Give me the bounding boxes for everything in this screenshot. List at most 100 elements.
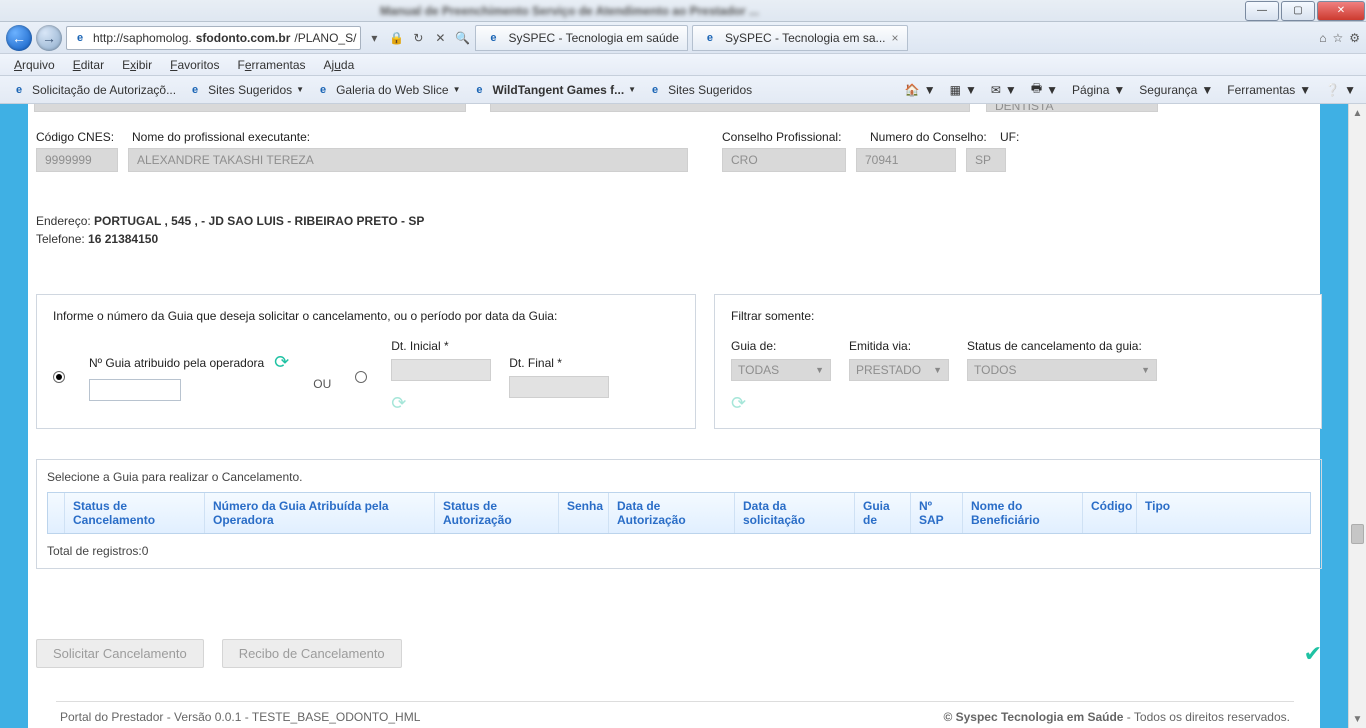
star-icon[interactable]: ☆ bbox=[1332, 31, 1343, 45]
field-conselho: CRO bbox=[722, 148, 846, 172]
radio-periodo[interactable] bbox=[355, 371, 367, 383]
tab-1[interactable]: e SySPEC - Tecnologia em saúde bbox=[475, 25, 688, 51]
fav-sites-sugeridos[interactable]: eSites Sugeridos▼ bbox=[186, 81, 304, 99]
fav-solicitacao[interactable]: eSolicitação de Autorizaçõ... bbox=[10, 81, 176, 99]
close-button[interactable]: ✕ bbox=[1317, 1, 1365, 21]
telefone-line: Telefone: 16 21384150 bbox=[36, 230, 1322, 248]
refresh-icon[interactable]: ⟳ bbox=[274, 352, 289, 373]
menu-arquivo[interactable]: Arquivo bbox=[14, 58, 55, 72]
tool-print[interactable]: 🖶▼ bbox=[1031, 79, 1058, 100]
th-status-autoriz[interactable]: Status de Autorização bbox=[435, 493, 559, 533]
back-button[interactable]: ← bbox=[6, 25, 32, 51]
select-guia-de[interactable]: TODAS▼ bbox=[731, 359, 831, 381]
menu-ferramentas[interactable]: Ferramentas bbox=[237, 58, 305, 72]
ie-icon: e bbox=[701, 29, 719, 47]
tab-2[interactable]: e SySPEC - Tecnologia em sa... × bbox=[692, 25, 908, 51]
fav-label: WildTangent Games f... bbox=[492, 83, 624, 97]
value-telefone: 16 21384150 bbox=[88, 232, 158, 246]
dropdown-icon[interactable]: ▾ bbox=[365, 29, 383, 47]
footer-right: © Syspec Tecnologia em Saúde - Todos os … bbox=[943, 710, 1290, 724]
stop-icon[interactable]: ✕ bbox=[431, 29, 449, 47]
select-status[interactable]: TODOS▼ bbox=[967, 359, 1157, 381]
search-icon[interactable]: 🔍 bbox=[453, 29, 471, 47]
menu-exibir[interactable]: Exibir bbox=[122, 58, 152, 72]
maximize-button[interactable]: ▢ bbox=[1281, 1, 1315, 21]
th-num-guia[interactable]: Número da Guia Atribuída pela Operadora bbox=[205, 493, 435, 533]
address-bar[interactable]: e http://saphomolog.sfodonto.com.br/PLAN… bbox=[66, 26, 361, 50]
menu-ajuda[interactable]: Ajuda bbox=[324, 58, 355, 72]
menu-bar: Arquivo Editar Exibir Favoritos Ferramen… bbox=[0, 54, 1366, 76]
minimize-button[interactable]: — bbox=[1245, 1, 1279, 21]
input-guia[interactable] bbox=[89, 379, 181, 401]
tool-home[interactable]: 🏠▼ bbox=[905, 83, 936, 97]
tab-label: SySPEC - Tecnologia em saúde bbox=[508, 31, 679, 45]
th-selector[interactable] bbox=[48, 493, 65, 533]
radio-guia[interactable] bbox=[53, 371, 65, 383]
value-endereco: PORTUGAL , 545 , - JD SAO LUIS - RIBEIRA… bbox=[94, 214, 424, 228]
refresh-icon[interactable]: ⟳ bbox=[391, 393, 491, 414]
input-dt-inicial[interactable] bbox=[391, 359, 491, 381]
th-data-solic[interactable]: Data da solicitação bbox=[735, 493, 855, 533]
th-guia-de[interactable]: Guia de bbox=[855, 493, 911, 533]
gear-icon[interactable]: ⚙ bbox=[1349, 31, 1360, 45]
ie-icon: e bbox=[10, 81, 28, 99]
select-emitida[interactable]: PRESTADO▼ bbox=[849, 359, 949, 381]
search-instruction: Informe o número da Guia que deseja soli… bbox=[53, 309, 679, 323]
th-codigo[interactable]: Código bbox=[1083, 493, 1137, 533]
home-icon[interactable]: ⌂ bbox=[1319, 31, 1326, 45]
total-label: Total de registros: bbox=[47, 544, 142, 558]
solicitar-cancelamento-button[interactable]: Solicitar Cancelamento bbox=[36, 639, 204, 668]
window-title-blur: Manual de Preenchimento Serviço de Atend… bbox=[0, 4, 759, 18]
label-numero: Numero do Conselho: bbox=[870, 130, 1000, 144]
menu-favoritos[interactable]: Favoritos bbox=[170, 58, 219, 72]
tool-label: Página bbox=[1072, 83, 1109, 97]
label-guia: Nº Guia atribuido pela operadora bbox=[89, 356, 264, 370]
recibo-cancelamento-button[interactable]: Recibo de Cancelamento bbox=[222, 639, 402, 668]
close-tab-icon[interactable]: × bbox=[892, 31, 899, 45]
tool-pagina[interactable]: Página▼ bbox=[1072, 83, 1125, 97]
vertical-scrollbar[interactable]: ▲ ▼ bbox=[1348, 104, 1366, 728]
th-sap[interactable]: Nº SAP bbox=[911, 493, 963, 533]
label-ou: OU bbox=[313, 363, 331, 391]
input-dt-final[interactable] bbox=[509, 376, 609, 398]
filter-title: Filtrar somente: bbox=[731, 309, 1305, 323]
footer-brand: © Syspec Tecnologia em Saúde bbox=[943, 710, 1123, 724]
tool-mail[interactable]: ✉▼ bbox=[991, 83, 1017, 97]
forward-button[interactable]: → bbox=[36, 25, 62, 51]
th-data-autoriz[interactable]: Data de Autorização bbox=[609, 493, 735, 533]
fav-wildtangent[interactable]: eWildTangent Games f...▼ bbox=[470, 81, 636, 99]
tool-ferramentas[interactable]: Ferramentas▼ bbox=[1227, 83, 1311, 97]
ie-icon: e bbox=[646, 81, 664, 99]
tool-feed[interactable]: ▦▼ bbox=[950, 83, 977, 97]
label-cnes: Código CNES: bbox=[36, 130, 132, 144]
url-domain: sfodonto.com.br bbox=[196, 31, 291, 45]
fav-sites-sugeridos-2[interactable]: eSites Sugeridos bbox=[646, 81, 752, 99]
ie-icon: e bbox=[71, 29, 89, 47]
footer-rights: - Todos os direitos reservados. bbox=[1123, 710, 1290, 724]
scroll-down-icon[interactable]: ▼ bbox=[1349, 710, 1366, 728]
cutoff-field bbox=[34, 104, 466, 112]
fav-galeria[interactable]: eGaleria do Web Slice▼ bbox=[314, 81, 460, 99]
th-tipo[interactable]: Tipo bbox=[1137, 493, 1175, 533]
scroll-thumb[interactable] bbox=[1351, 524, 1364, 544]
label-nome: Nome do profissional executante: bbox=[132, 130, 672, 144]
field-uf: SP bbox=[966, 148, 1006, 172]
field-cnes: 9999999 bbox=[36, 148, 118, 172]
tool-help[interactable]: ❔▼ bbox=[1325, 83, 1356, 97]
menu-editar[interactable]: Editar bbox=[73, 58, 104, 72]
select-value: PRESTADO bbox=[856, 363, 921, 377]
field-nome: ALEXANDRE TAKASHI TEREZA bbox=[128, 148, 688, 172]
ie-icon: e bbox=[470, 81, 488, 99]
scroll-up-icon[interactable]: ▲ bbox=[1349, 104, 1366, 122]
tool-seguranca[interactable]: Segurança▼ bbox=[1139, 83, 1213, 97]
th-senha[interactable]: Senha bbox=[559, 493, 609, 533]
table-header: Status de Cancelamento Número da Guia At… bbox=[47, 492, 1311, 534]
th-status-cancel[interactable]: Status de Cancelamento bbox=[65, 493, 205, 533]
refresh-icon[interactable]: ⟳ bbox=[731, 393, 831, 414]
refresh-icon[interactable]: ↻ bbox=[409, 29, 427, 47]
tool-label: Segurança bbox=[1139, 83, 1197, 97]
th-nome-benef[interactable]: Nome do Beneficiário bbox=[963, 493, 1083, 533]
label-status-cancel: Status de cancelamento da guia: bbox=[967, 339, 1157, 353]
endereco-line: Endereço: PORTUGAL , 545 , - JD SAO LUIS… bbox=[36, 212, 1322, 230]
table-title: Selecione a Guia para realizar o Cancela… bbox=[47, 470, 1311, 484]
